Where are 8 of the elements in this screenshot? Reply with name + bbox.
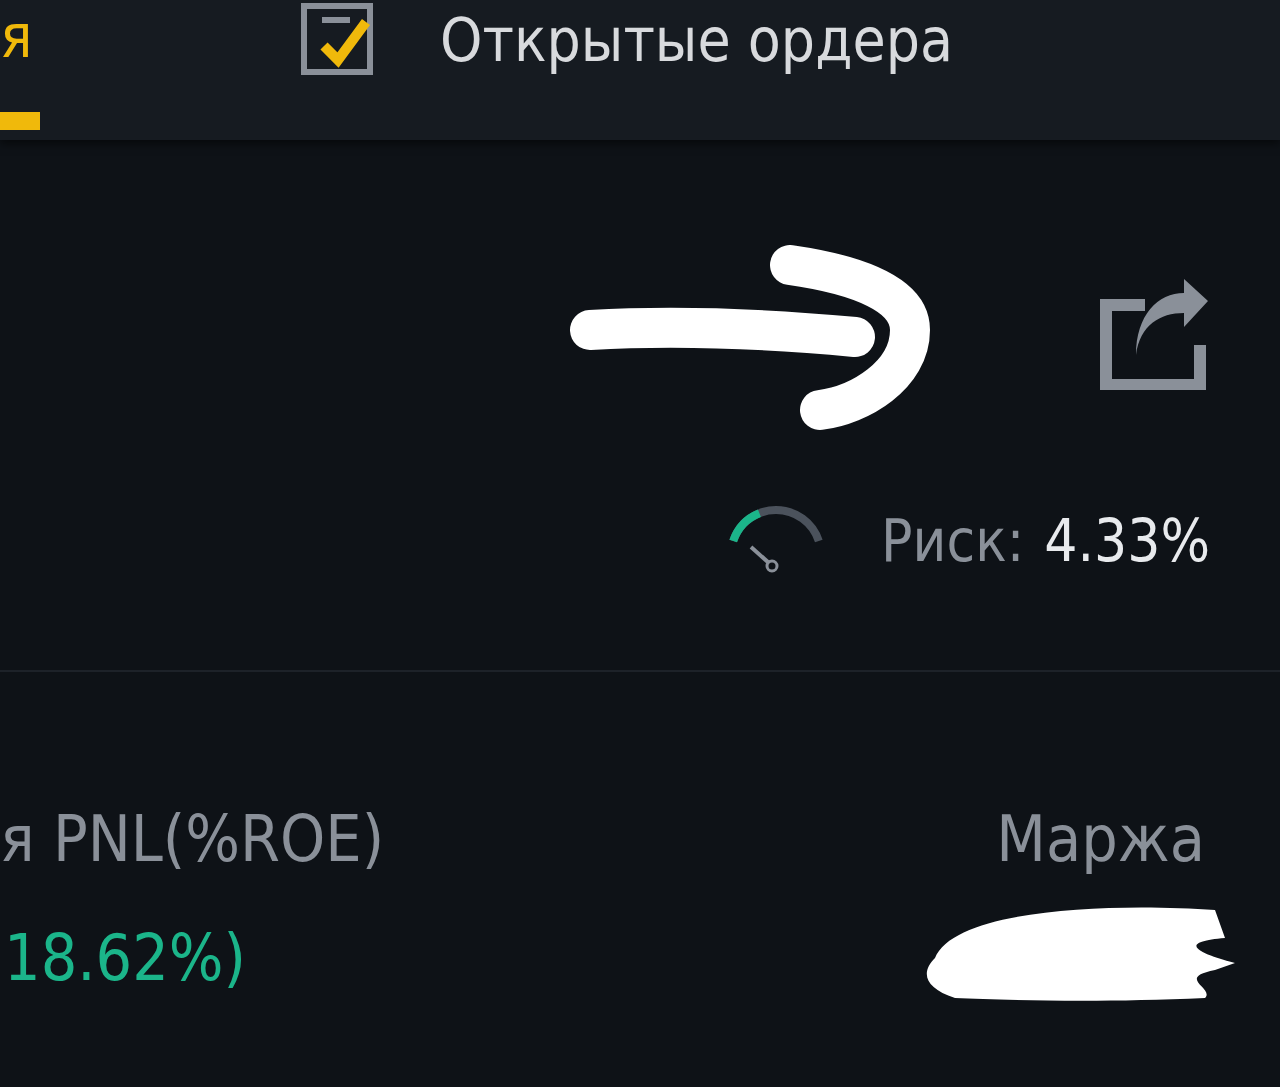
column-label: я PNL(%ROE) — [0, 802, 385, 876]
risk-label: Риск: — [881, 507, 1025, 575]
tab[interactable]: я — [0, 0, 40, 72]
column-label: Маржа — [996, 802, 1205, 876]
pnl-value: 18.62%) — [3, 921, 247, 995]
tab[interactable]: Открытые ордера — [300, 0, 954, 80]
tab-underline — [0, 112, 40, 130]
risk-value: 4.33% — [1044, 507, 1210, 575]
